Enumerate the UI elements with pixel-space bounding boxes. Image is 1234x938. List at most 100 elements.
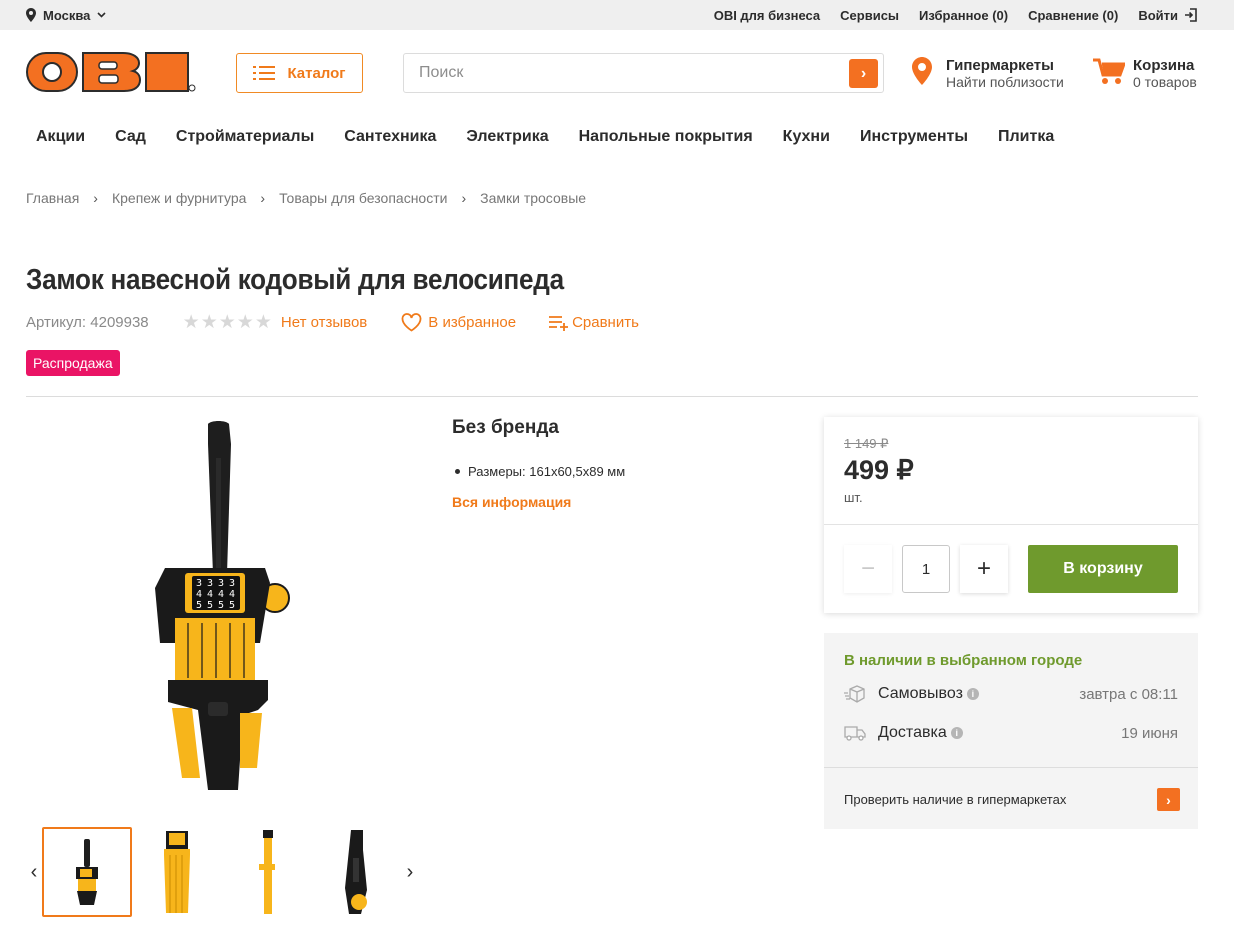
heart-icon (401, 313, 422, 332)
lock-digit: 3 (196, 578, 202, 589)
thumbnail-image (76, 839, 98, 905)
star-icon: ★ (200, 312, 218, 333)
sale-badge: Распродажа (26, 350, 120, 376)
menu-list-icon (253, 66, 276, 80)
thumbnail-2[interactable] (132, 827, 222, 917)
quantity-input[interactable]: 1 (902, 545, 950, 593)
availability-title: В наличии в выбранном городе (844, 652, 1083, 669)
favorites-label: В избранное (428, 314, 517, 331)
header: Каталог › Гипермаркеты Найти поблизости … (0, 30, 1234, 114)
star-icon: ★ (218, 312, 236, 333)
favorites-link[interactable]: Избранное (0) (919, 8, 1008, 23)
main-nav: Акции Сад Стройматериалы Сантехника Элек… (36, 114, 1054, 160)
thumbnail-image (345, 830, 367, 914)
login-link[interactable]: Войти (1138, 8, 1198, 23)
divider (824, 767, 1198, 768)
search-input[interactable] (419, 64, 883, 82)
services-link[interactable]: Сервисы (840, 8, 899, 23)
info-icon[interactable]: i (950, 727, 963, 739)
thumbnail-1[interactable] (42, 827, 132, 917)
all-info-link[interactable]: Вся информация (452, 494, 571, 510)
chevron-right-icon: › (461, 190, 467, 206)
breadcrumb-security[interactable]: Товары для безопасности (279, 190, 447, 206)
city-selector[interactable]: Москва (26, 8, 106, 23)
search-box: › (403, 53, 884, 93)
plus-icon: + (976, 555, 991, 582)
cart-link[interactable]: Корзина 0 товаров (1093, 57, 1197, 91)
breadcrumb: Главная › Крепеж и фурнитура › Товары дл… (26, 190, 586, 206)
compare-list-icon (549, 316, 569, 331)
lock-digit: 5 (229, 600, 235, 611)
star-icon: ★ (182, 312, 200, 333)
top-bar: Москва OBI для бизнеса Сервисы Избранное… (0, 0, 1234, 30)
delivery-value: 19 июня (1121, 724, 1178, 742)
reviews-link[interactable]: Нет отзывов (281, 314, 367, 331)
spec-item: Размеры: 161x60,5x89 мм (452, 464, 625, 479)
compare-label: Сравнить (572, 314, 639, 331)
thumbnail-4[interactable] (312, 827, 402, 917)
compare-link[interactable]: Сравнение (0) (1028, 8, 1118, 23)
quantity-increase-button[interactable]: + (960, 545, 1008, 593)
chevron-right-icon: › (860, 64, 867, 82)
lock-digit: 4 (196, 589, 202, 600)
location-pin-icon (26, 8, 36, 22)
nav-item-tools[interactable]: Инструменты (860, 128, 968, 146)
pickup-value: завтра с 08:11 (1079, 685, 1178, 703)
product-main-image[interactable]: 3 3 3 3 4 4 4 4 5 5 5 5 (130, 418, 310, 803)
old-price: 1 149 ₽ (844, 436, 889, 451)
star-icon: ★ (254, 312, 272, 333)
obi-logo[interactable] (26, 51, 196, 93)
quantity-decrease-button[interactable]: − (844, 545, 892, 593)
chevron-right-icon[interactable]: › (402, 861, 418, 884)
cart-count: 0 товаров (1133, 74, 1197, 90)
spec-list: Размеры: 161x60,5x89 мм (452, 464, 625, 479)
add-to-cart-button[interactable]: В корзину (1028, 545, 1178, 593)
thumbnail-image (259, 830, 275, 914)
login-icon (1185, 8, 1197, 22)
lock-digit: 4 (229, 589, 235, 600)
thumbnail-3[interactable] (222, 827, 312, 917)
truck-icon (844, 726, 866, 741)
info-icon[interactable]: i (966, 688, 979, 700)
breadcrumb-fasteners[interactable]: Крепеж и фурнитура (112, 190, 246, 206)
chevron-right-icon: › (93, 190, 98, 206)
nav-item-electrics[interactable]: Электрика (466, 128, 548, 146)
nav-item-tiles[interactable]: Плитка (998, 128, 1054, 146)
search-submit-button[interactable]: › (849, 59, 878, 88)
business-link[interactable]: OBI для бизнеса (714, 8, 820, 23)
catalog-button[interactable]: Каталог (236, 53, 363, 93)
stores-title: Гипермаркеты (946, 57, 1054, 74)
lock-digit: 5 (207, 600, 213, 611)
delivery-row: Доставка i 19 июня (844, 724, 1178, 742)
breadcrumb-home[interactable]: Главная (26, 190, 79, 206)
nav-item-kitchens[interactable]: Кухни (783, 128, 830, 146)
product-meta: Артикул: 4209938 ★ ★ ★ ★ ★ Нет отзывов В… (26, 313, 639, 332)
catalog-label: Каталог (287, 64, 346, 82)
chevron-right-icon: › (260, 190, 266, 206)
chevron-right-icon[interactable]: › (1157, 788, 1180, 811)
chevron-left-icon[interactable]: ‹ (26, 861, 42, 884)
stores-subtitle: Найти поблизости (946, 74, 1064, 90)
divider (26, 396, 1198, 397)
nav-item-garden[interactable]: Сад (115, 128, 146, 146)
lock-digit: 3 (207, 578, 213, 589)
breadcrumb-cable-locks[interactable]: Замки тросовые (480, 190, 586, 206)
thumbnail-strip: ‹ › (26, 827, 418, 917)
nav-item-building[interactable]: Стройматериалы (176, 128, 314, 146)
minus-icon: − (860, 555, 875, 582)
pickup-row: Самовывоз i завтра с 08:11 (844, 685, 1178, 703)
location-pin-icon (912, 57, 932, 85)
nav-item-plumbing[interactable]: Сантехника (344, 128, 436, 146)
divider (824, 524, 1198, 525)
page-title: Замок навесной кодовый для велосипеда (26, 264, 564, 296)
nav-item-flooring[interactable]: Напольные покрытия (579, 128, 753, 146)
price-unit: шт. (844, 490, 863, 505)
compare-button[interactable]: Сравнить (548, 314, 639, 331)
add-to-favorites-button[interactable]: В избранное (401, 313, 516, 332)
lock-digit: 3 (229, 578, 235, 589)
check-stores-link[interactable]: Проверить наличие в гипермаркетах › (844, 788, 1180, 811)
price-card: 1 149 ₽ 499 ₽ шт. − 1 + В корзину (824, 417, 1198, 613)
stores-link[interactable]: Гипермаркеты Найти поблизости (912, 57, 1064, 91)
nav-item-sales[interactable]: Акции (36, 128, 85, 146)
cart-title: Корзина (1133, 57, 1195, 74)
